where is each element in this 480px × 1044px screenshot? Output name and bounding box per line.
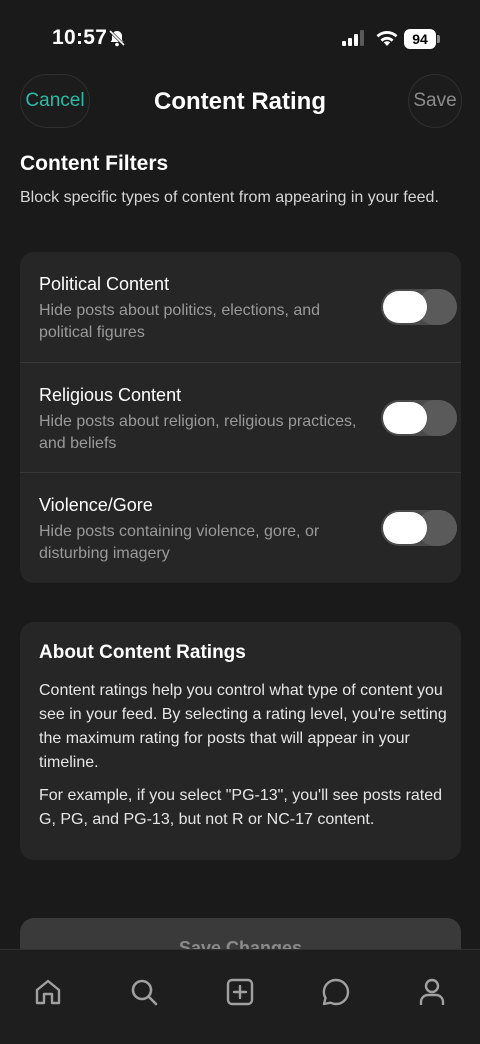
religious-content-toggle[interactable] <box>381 400 457 436</box>
violence-gore-toggle[interactable] <box>381 510 457 546</box>
save-button[interactable]: Save <box>408 74 462 128</box>
filter-row-religious: Religious Content Hide posts about relig… <box>20 362 461 472</box>
tab-search[interactable] <box>124 972 164 1012</box>
tab-messages[interactable] <box>316 972 356 1012</box>
tab-profile[interactable] <box>412 972 452 1012</box>
bell-slash-icon <box>108 29 126 47</box>
bottom-tab-bar <box>0 949 480 1044</box>
filter-title: Religious Content <box>39 385 182 405</box>
section-description: Block specific types of content from app… <box>20 189 439 206</box>
filter-description: Hide posts containing violence, gore, or… <box>39 523 320 562</box>
filter-row-violence: Violence/Gore Hide posts containing viol… <box>20 472 461 582</box>
filter-description: Hide posts about religion, religious pra… <box>39 413 357 452</box>
about-content-ratings-card: About Content Ratings Content ratings he… <box>20 622 461 860</box>
about-title: About Content Ratings <box>39 642 246 663</box>
search-icon <box>131 979 158 1006</box>
filter-description: Hide posts about politics, elections, an… <box>39 302 321 341</box>
toggle-knob <box>383 291 427 323</box>
tab-home[interactable] <box>28 972 68 1012</box>
signal-icon <box>342 30 364 46</box>
toggle-knob <box>383 512 427 544</box>
status-time: 10:57 <box>52 26 108 49</box>
header: Cancel Content Rating Save <box>0 74 480 128</box>
home-icon <box>35 979 61 1005</box>
wifi-icon <box>376 31 398 46</box>
toggle-knob <box>383 402 427 434</box>
messages-icon <box>322 978 350 1006</box>
filter-row-political: Political Content Hide posts about polit… <box>20 252 461 362</box>
profile-icon <box>419 978 445 1005</box>
filter-title: Political Content <box>39 274 170 294</box>
battery-tip <box>437 35 440 43</box>
status-bar: 10:57 94 <box>0 0 480 70</box>
about-paragraph: Content ratings help you control what ty… <box>39 682 447 771</box>
create-post-icon <box>226 978 254 1006</box>
filter-title: Violence/Gore <box>39 495 153 515</box>
battery-indicator: 94 <box>404 29 436 49</box>
about-example-paragraph: For example, if you select "PG-13", you'… <box>39 787 443 828</box>
section-title: Content Filters <box>20 152 169 175</box>
content-filters-card: Political Content Hide posts about polit… <box>20 252 461 583</box>
tab-create[interactable] <box>220 972 260 1012</box>
political-content-toggle[interactable] <box>381 289 457 325</box>
